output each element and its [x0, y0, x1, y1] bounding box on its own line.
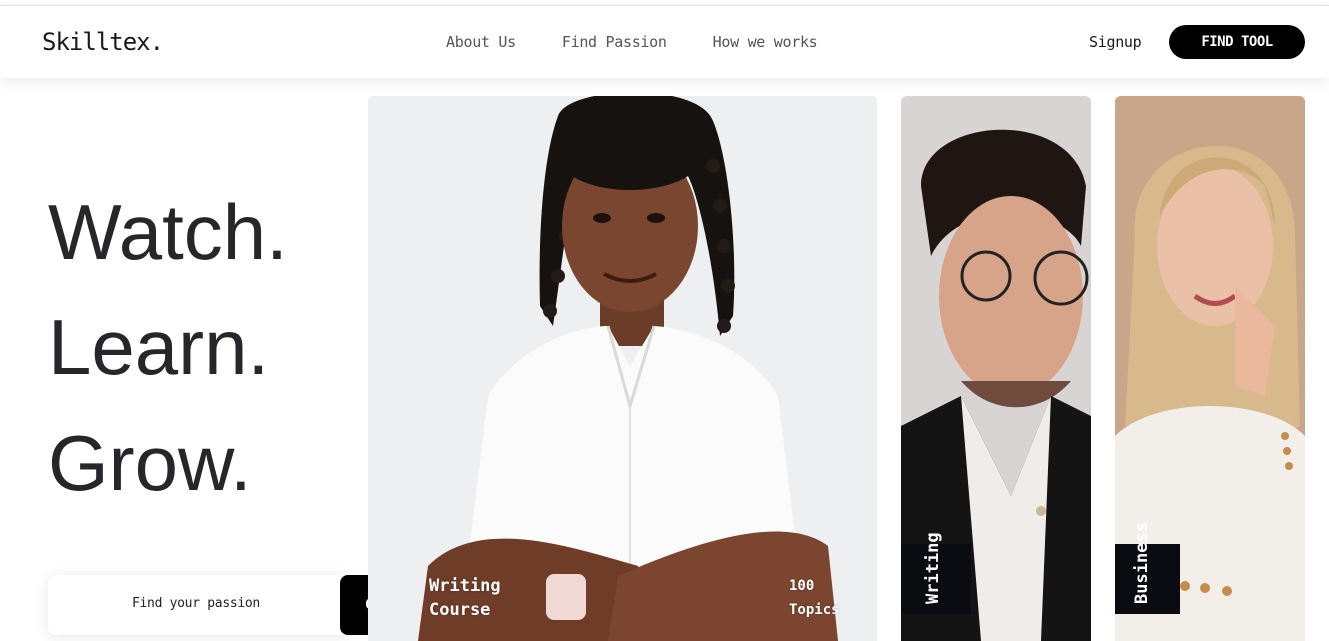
- category-card-writing[interactable]: Writing: [901, 96, 1091, 641]
- category-label-business: Business: [1132, 522, 1152, 604]
- brand-logo[interactable]: Skilltex.: [42, 28, 164, 56]
- navbar: Skilltex. About Us Find Passion How we w…: [0, 6, 1329, 78]
- nav-links: About Us Find Passion How we works: [446, 33, 818, 51]
- category-card-business[interactable]: Business: [1115, 96, 1305, 641]
- course-card-writing[interactable]: Writing Course 100 Topics: [368, 96, 877, 641]
- hero-line-learn: Learn.: [48, 303, 270, 391]
- find-tool-button[interactable]: FIND TOOL: [1169, 25, 1305, 59]
- nav-about-us[interactable]: About Us: [446, 33, 516, 51]
- card-topic-count: 100: [789, 578, 815, 594]
- passion-search-box[interactable]: Find your passion: [48, 575, 348, 635]
- card-title-line1: Writing: [429, 576, 501, 596]
- nav-how-we-works[interactable]: How we works: [713, 33, 818, 51]
- search-placeholder: Find your passion: [132, 596, 260, 611]
- category-label-writing: Writing: [923, 532, 943, 604]
- hero-line-watch: Watch.: [48, 188, 288, 276]
- nav-find-passion[interactable]: Find Passion: [562, 33, 667, 51]
- card-topic-label: Topics: [789, 602, 840, 618]
- card-title-line2: Course: [429, 600, 491, 620]
- hero-line-grow: Grow.: [48, 419, 252, 507]
- woman-portrait-image: [368, 96, 877, 641]
- signup-link[interactable]: Signup: [1089, 33, 1142, 51]
